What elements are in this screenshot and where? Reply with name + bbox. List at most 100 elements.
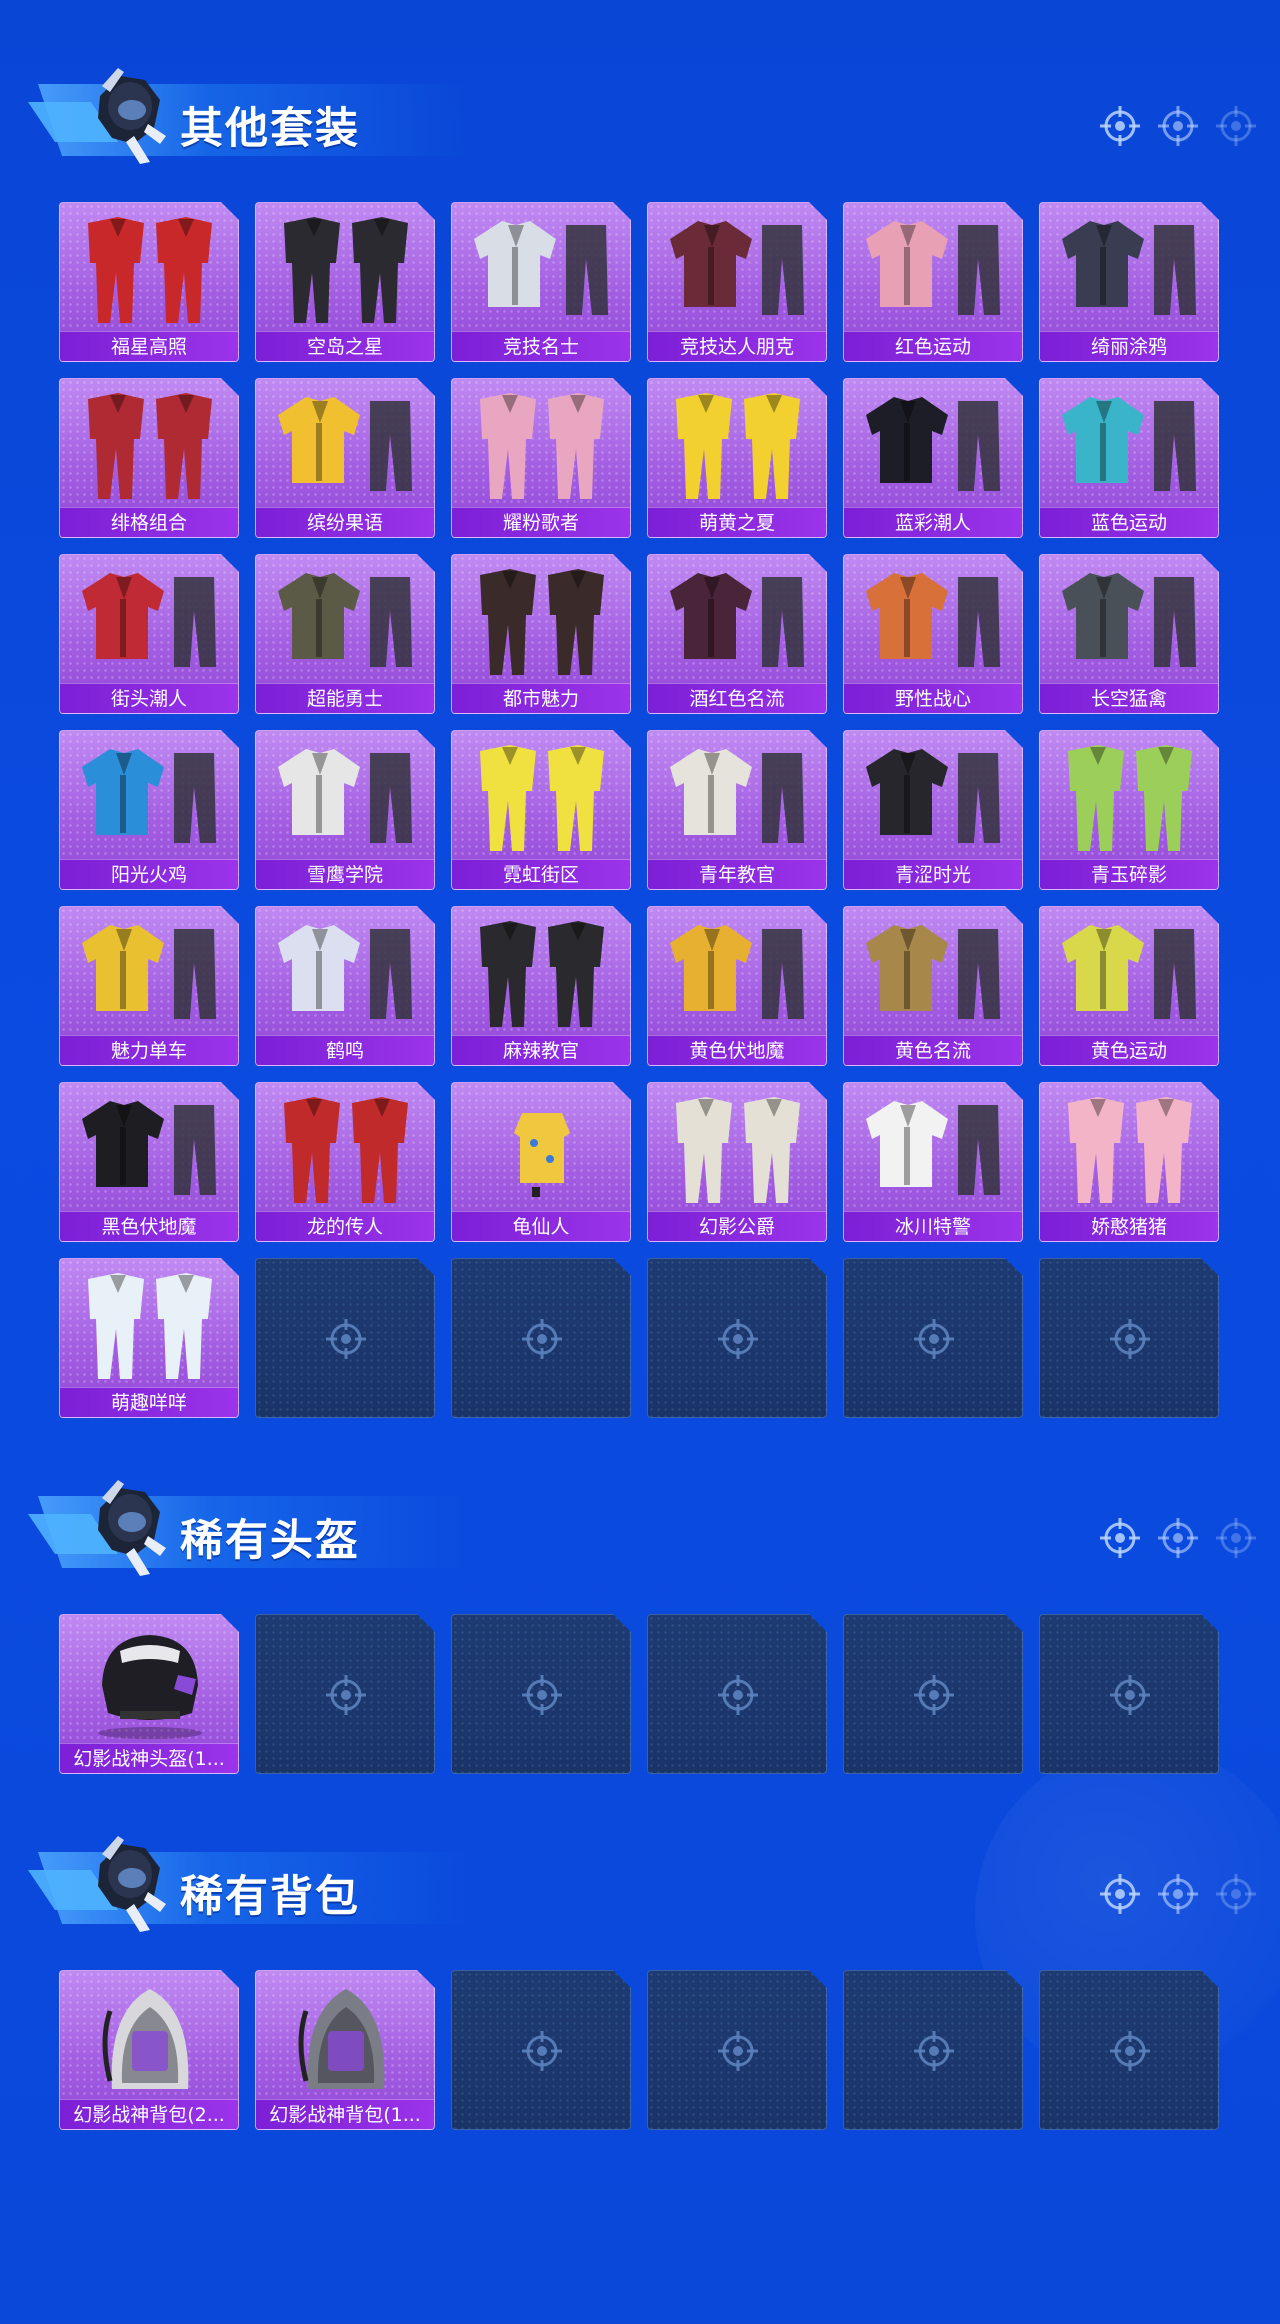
suit-icon [452,731,630,861]
mascot-avatar-icon [90,1478,168,1578]
jacket-icon [1040,379,1218,509]
item-card[interactable]: 雪鹰学院 [255,730,435,890]
item-card[interactable]: 酒红色名流 [647,554,827,714]
item-card[interactable]: 幻影战神头盔(1... [59,1614,239,1774]
item-card[interactable]: 黑色伏地魔 [59,1082,239,1242]
item-label: 青年教官 [648,859,826,889]
item-card[interactable]: 竞技名士 [451,202,631,362]
crosshair-icon [1098,104,1142,148]
item-card[interactable]: 萌趣咩咩 [59,1258,239,1418]
item-card[interactable]: 麻辣教官 [451,906,631,1066]
item-card[interactable]: 幻影战神背包(1... [255,1970,435,2130]
item-label: 冰川特警 [844,1211,1022,1241]
item-card[interactable]: 长空猛禽 [1039,554,1219,714]
crosshair-icon [1214,1872,1258,1916]
item-label: 霓虹街区 [452,859,630,889]
item-label: 黄色名流 [844,1035,1022,1065]
item-card[interactable]: 街头潮人 [59,554,239,714]
item-label: 蓝色运动 [1040,507,1218,537]
empty-slot [451,1614,631,1774]
item-label: 绮丽涂鸦 [1040,331,1218,361]
item-card[interactable]: 龟仙人 [451,1082,631,1242]
item-card[interactable]: 阳光火鸡 [59,730,239,890]
item-card[interactable]: 绯格组合 [59,378,239,538]
section-header: 稀有头盔 [28,1474,1258,1584]
crosshair-icon [716,1673,760,1717]
empty-slot [1039,1258,1219,1418]
backpack-icon [60,1971,238,2101]
item-card[interactable]: 绮丽涂鸦 [1039,202,1219,362]
item-card[interactable]: 蓝彩潮人 [843,378,1023,538]
jacket-icon [1040,555,1218,685]
item-card[interactable]: 青玉碎影 [1039,730,1219,890]
jacket-icon [844,907,1022,1037]
jacket-icon [256,731,434,861]
jacket-icon [60,1083,238,1213]
item-card[interactable]: 黄色伏地魔 [647,906,827,1066]
helmet-icon [60,1615,238,1745]
item-card[interactable]: 黄色运动 [1039,906,1219,1066]
item-card[interactable]: 空岛之星 [255,202,435,362]
empty-slot [451,1258,631,1418]
item-card[interactable]: 红色运动 [843,202,1023,362]
item-card[interactable]: 黄色名流 [843,906,1023,1066]
jacket-icon [648,907,826,1037]
item-card[interactable]: 蓝色运动 [1039,378,1219,538]
item-card[interactable]: 萌黄之夏 [647,378,827,538]
jacket-icon [844,203,1022,333]
item-label: 超能勇士 [256,683,434,713]
crosshair-icon [324,1673,368,1717]
item-label: 野性战心 [844,683,1022,713]
item-label: 绯格组合 [60,507,238,537]
item-label: 福星高照 [60,331,238,361]
item-card[interactable]: 都市魅力 [451,554,631,714]
crosshair-decoration [1098,104,1258,148]
item-card[interactable]: 龙的传人 [255,1082,435,1242]
item-card[interactable]: 耀粉歌者 [451,378,631,538]
empty-slot [255,1258,435,1418]
empty-slot [255,1614,435,1774]
item-label: 空岛之星 [256,331,434,361]
item-card[interactable]: 缤纷果语 [255,378,435,538]
item-label: 龙的传人 [256,1211,434,1241]
crosshair-icon [912,2029,956,2073]
jacket-icon [60,555,238,685]
item-card[interactable]: 霓虹街区 [451,730,631,890]
suit-icon [648,1083,826,1213]
jacket-icon [60,731,238,861]
item-label: 麻辣教官 [452,1035,630,1065]
item-card[interactable]: 超能勇士 [255,554,435,714]
suit-icon [648,379,826,509]
item-card[interactable]: 福星高照 [59,202,239,362]
item-card[interactable]: 魅力单车 [59,906,239,1066]
item-card[interactable]: 幻影战神背包(2... [59,1970,239,2130]
crosshair-icon [1156,1516,1200,1560]
item-label: 萌黄之夏 [648,507,826,537]
item-label: 青涩时光 [844,859,1022,889]
crosshair-icon [1098,1872,1142,1916]
suit-icon [1040,731,1218,861]
item-card[interactable]: 幻影公爵 [647,1082,827,1242]
crosshair-icon [716,1317,760,1361]
item-card[interactable]: 娇憨猪猪 [1039,1082,1219,1242]
crosshair-icon [1214,1516,1258,1560]
item-card[interactable]: 野性战心 [843,554,1023,714]
mascot-avatar-icon [90,66,168,166]
item-label: 龟仙人 [452,1211,630,1241]
jacket-icon [452,203,630,333]
jacket-icon [256,379,434,509]
jacket-icon [844,731,1022,861]
crosshair-icon [324,1317,368,1361]
section-title: 稀有头盔 [180,1516,360,1566]
item-card[interactable]: 竞技达人朋克 [647,202,827,362]
item-card[interactable]: 鹤鸣 [255,906,435,1066]
item-card[interactable]: 青年教官 [647,730,827,890]
crosshair-icon [520,1673,564,1717]
empty-slot [647,1614,827,1774]
jacket-icon [648,731,826,861]
suit-icon [256,203,434,333]
crosshair-icon [1108,2029,1152,2073]
item-card[interactable]: 青涩时光 [843,730,1023,890]
item-card[interactable]: 冰川特警 [843,1082,1023,1242]
empty-slot [647,1258,827,1418]
